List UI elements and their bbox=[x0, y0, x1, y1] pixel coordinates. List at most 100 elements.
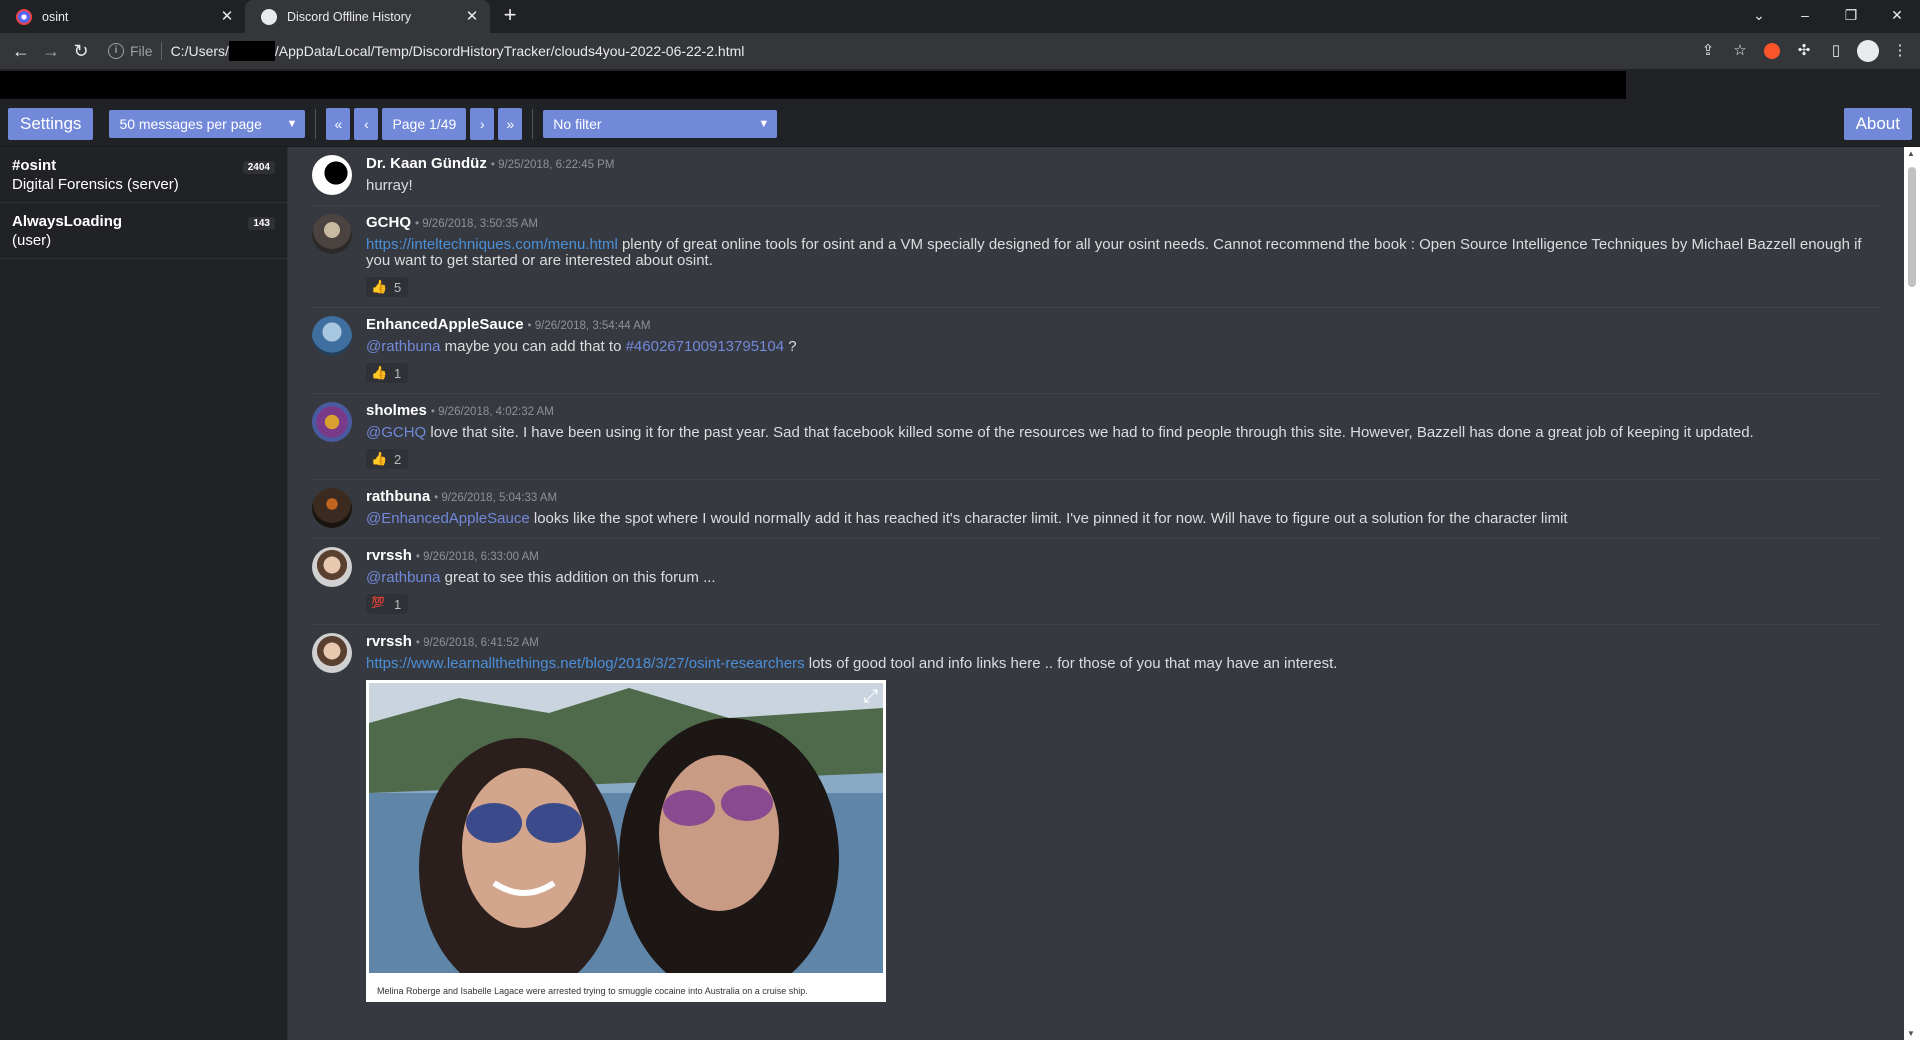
globe-icon bbox=[261, 8, 277, 25]
reload-button[interactable]: ↻ bbox=[66, 36, 96, 66]
forward-button[interactable]: → bbox=[36, 36, 66, 66]
message-count-badge: 143 bbox=[248, 217, 275, 230]
message-list: Dr. Kaan Gündüz • 9/25/2018, 6:22:45 PM h… bbox=[288, 147, 1920, 1040]
scrollbar-thumb[interactable] bbox=[1908, 167, 1916, 287]
new-tab-button[interactable]: + bbox=[496, 2, 524, 30]
channel-server: (user) bbox=[12, 232, 52, 249]
message: rathbuna • 9/26/2018, 5:04:33 AM @Enhance… bbox=[312, 480, 1880, 539]
message-time: • 9/26/2018, 6:33:00 AM bbox=[415, 551, 539, 563]
message-text: https://www.learnallthethings.net/blog/2… bbox=[366, 656, 1880, 672]
reaction-count: 2 bbox=[394, 451, 402, 467]
star-icon[interactable]: ☆ bbox=[1726, 37, 1754, 65]
avatar bbox=[312, 214, 352, 254]
message-body: lots of good tool and info links here ..… bbox=[804, 655, 1338, 672]
message-time: • 9/26/2018, 3:54:44 AM bbox=[527, 320, 651, 332]
window-controls: ⌄ – ❐ ✕ bbox=[1736, 0, 1920, 30]
user-mention[interactable]: @rathbuna bbox=[366, 338, 440, 355]
scrollbar[interactable]: ▲ ▼ bbox=[1904, 147, 1920, 1040]
message-text: @GCHQ love that site. I have been using … bbox=[366, 425, 1880, 441]
nav-divider bbox=[315, 108, 317, 139]
message-author: Dr. Kaan Gündüz bbox=[366, 155, 487, 172]
embed-photo bbox=[369, 683, 883, 998]
image-embed[interactable]: ⤢ Melina Roberge and Isabelle Lagace wer… bbox=[366, 680, 886, 1002]
redaction-block bbox=[228, 41, 275, 61]
tab-search-icon[interactable]: ⌄ bbox=[1736, 0, 1782, 30]
reaction[interactable]: 👍 5 bbox=[366, 277, 409, 297]
message-text: hurray! bbox=[366, 177, 413, 194]
info-icon[interactable]: i bbox=[108, 43, 124, 59]
message-time: • 9/26/2018, 6:41:52 AM bbox=[415, 637, 539, 649]
message-text: @rathbuna great to see this addition on … bbox=[366, 570, 1880, 586]
puzzle-icon[interactable]: ✣ bbox=[1790, 37, 1818, 65]
about-button[interactable]: About bbox=[1843, 108, 1912, 140]
filter-select[interactable]: No filter ▼ bbox=[543, 109, 778, 138]
close-icon[interactable]: ✕ bbox=[464, 8, 480, 25]
extension-icon[interactable] bbox=[1764, 43, 1780, 59]
user-mention[interactable]: @GCHQ bbox=[366, 424, 426, 441]
per-page-value: 50 messages per page bbox=[119, 115, 262, 132]
tab-discord-offline-history[interactable]: Discord Offline History ✕ bbox=[245, 0, 490, 33]
window-close-button[interactable]: ✕ bbox=[1874, 0, 1920, 30]
address-divider bbox=[160, 42, 162, 60]
redaction-bar bbox=[0, 69, 1920, 101]
channel-item-osint[interactable]: #osint Digital Forensics (server) 2404 bbox=[0, 147, 287, 203]
tab-title: osint bbox=[42, 9, 69, 24]
restore-button[interactable]: ❐ bbox=[1828, 0, 1874, 30]
message-link[interactable]: https://inteltechniques.com/menu.html bbox=[366, 236, 618, 253]
reaction[interactable]: 💯 1 bbox=[366, 594, 409, 614]
user-mention[interactable]: @rathbuna bbox=[366, 569, 440, 586]
reaction[interactable]: 👍 2 bbox=[366, 449, 409, 469]
channel-name: #osint bbox=[12, 157, 57, 174]
reaction-count: 5 bbox=[394, 279, 402, 295]
thumbs-up-icon: 👍 bbox=[371, 365, 388, 380]
message-author: EnhancedAppleSauce bbox=[366, 316, 524, 333]
page-indicator[interactable]: Page 1/49 bbox=[382, 107, 467, 140]
discord-icon bbox=[16, 8, 32, 25]
channel-server: Digital Forensics (server) bbox=[12, 176, 179, 193]
nav-divider bbox=[532, 108, 534, 139]
expand-icon[interactable]: ⤢ bbox=[864, 686, 878, 707]
first-page-button[interactable]: « bbox=[326, 107, 351, 140]
avatar bbox=[312, 547, 352, 587]
reaction-count: 1 bbox=[394, 596, 402, 612]
prev-page-button[interactable]: ‹ bbox=[354, 107, 379, 140]
tab-osint[interactable]: osint ✕ bbox=[0, 0, 245, 33]
back-button[interactable]: ← bbox=[6, 36, 36, 66]
sidepanel-icon[interactable]: ▯ bbox=[1822, 37, 1850, 65]
channel-mention[interactable]: #460267100913795104 bbox=[626, 338, 785, 355]
thumbs-up-icon: 👍 bbox=[371, 451, 388, 466]
message-body: great to see this addition on this forum… bbox=[440, 569, 716, 586]
message-author: GCHQ bbox=[366, 214, 411, 231]
close-icon[interactable]: ✕ bbox=[219, 8, 235, 25]
share-icon[interactable]: ⇪ bbox=[1694, 37, 1722, 65]
message: rvrssh • 9/26/2018, 6:33:00 AM @rathbuna … bbox=[312, 539, 1880, 625]
menu-icon[interactable]: ⋮ bbox=[1886, 37, 1914, 65]
reaction-count: 1 bbox=[394, 365, 402, 381]
settings-button[interactable]: Settings bbox=[8, 107, 94, 140]
redaction-block bbox=[0, 71, 1626, 99]
user-mention[interactable]: @EnhancedAppleSauce bbox=[366, 510, 530, 527]
message-body: ? bbox=[784, 338, 797, 355]
message: sholmes • 9/26/2018, 4:02:32 AM @GCHQ lov… bbox=[312, 394, 1880, 480]
messages-per-page-select[interactable]: 50 messages per page ▼ bbox=[109, 109, 306, 138]
last-page-button[interactable]: » bbox=[498, 107, 523, 140]
chevron-down-icon: ▼ bbox=[758, 117, 770, 130]
scroll-up-icon[interactable]: ▲ bbox=[1907, 149, 1915, 158]
next-page-button[interactable]: › bbox=[470, 107, 495, 140]
message-author: rvrssh bbox=[366, 633, 412, 650]
message-time: • 9/25/2018, 6:22:45 PM bbox=[490, 159, 615, 171]
avatar bbox=[312, 488, 352, 528]
browser-tabstrip: osint ✕ Discord Offline History ✕ + ⌄ – … bbox=[0, 0, 1920, 33]
profile-avatar[interactable] bbox=[1857, 40, 1879, 62]
message-body: looks like the spot where I would normal… bbox=[529, 510, 1568, 527]
scroll-down-icon[interactable]: ▼ bbox=[1907, 1029, 1915, 1038]
message-link[interactable]: https://www.learnallthethings.net/blog/2… bbox=[366, 655, 805, 672]
avatar bbox=[312, 316, 352, 356]
channel-item-alwaysloading[interactable]: AlwaysLoading (user) 143 bbox=[0, 203, 287, 259]
reaction[interactable]: 👍 1 bbox=[366, 363, 409, 383]
minimize-button[interactable]: – bbox=[1782, 0, 1828, 30]
app-navbar: Settings 50 messages per page ▼ « ‹ Page… bbox=[0, 101, 1920, 147]
filter-value: No filter bbox=[553, 115, 602, 132]
address-bar[interactable]: i File C:/Users/ /AppData/Local/Temp/Dis… bbox=[102, 37, 1686, 65]
message-author: rvrssh bbox=[366, 547, 412, 564]
